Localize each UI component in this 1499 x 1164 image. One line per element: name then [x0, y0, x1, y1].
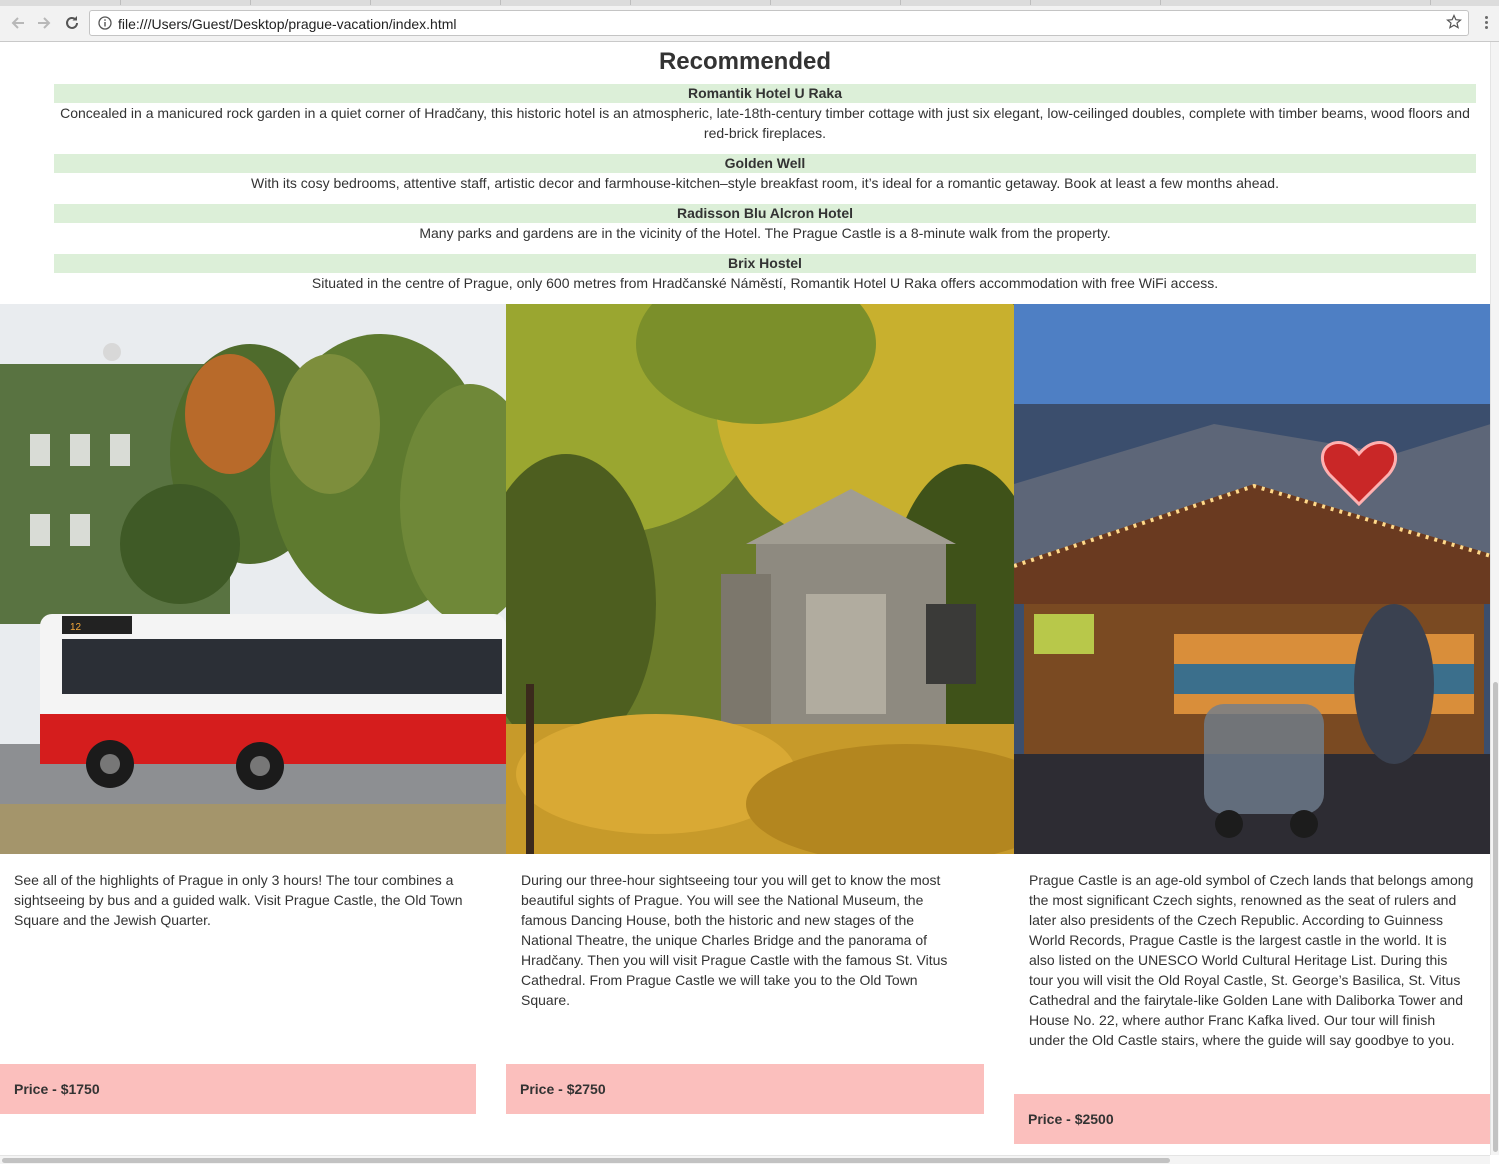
- hotel-name: Radisson Blu Alcron Hotel: [54, 204, 1476, 223]
- tour-description: See all of the highlights of Prague in o…: [14, 872, 463, 928]
- tour-description: Prague Castle is an age-old symbol of Cz…: [1029, 872, 1474, 1048]
- back-arrow-icon: [11, 17, 24, 29]
- hotel-card: Romantik Hotel U Raka Concealed in a man…: [54, 84, 1476, 143]
- browser-tab[interactable]: [0, 0, 121, 5]
- browser-tab[interactable]: [1030, 0, 1161, 5]
- forward-arrow-icon: [38, 17, 51, 29]
- browser-tab[interactable]: [630, 0, 771, 5]
- browser-menu-icon[interactable]: [1481, 14, 1491, 34]
- reload-button[interactable]: [61, 12, 83, 34]
- vertical-scrollbar[interactable]: [1490, 42, 1499, 1155]
- url-text[interactable]: file:///Users/Guest/Desktop/prague-vacat…: [118, 16, 457, 32]
- browser-tab[interactable]: [770, 0, 901, 5]
- back-button[interactable]: [7, 12, 29, 34]
- recommended-heading: Recommended: [658, 48, 832, 75]
- christmas-market-photo: [1014, 304, 1490, 854]
- svg-text:12: 12: [70, 622, 82, 633]
- hotel-description: With its cosy bedrooms, attentive staff,…: [251, 175, 1279, 191]
- browser-tab[interactable]: [120, 0, 251, 5]
- tour-description: During our three-hour sightseeing tour y…: [521, 872, 948, 1008]
- page-content: Recommended Romantik Hotel U Raka Concea…: [0, 42, 1490, 1155]
- hotel-description: Situated in the centre of Prague, only 6…: [311, 275, 1219, 291]
- price-button[interactable]: Price - $2500: [1014, 1094, 1490, 1144]
- autumn-cemetery-photo: [506, 304, 1014, 854]
- hotel-name: Romantik Hotel U Raka: [54, 84, 1476, 103]
- reload-icon: [66, 16, 78, 29]
- hotel-description: Many parks and gardens are in the vicini…: [419, 225, 1111, 241]
- browser-tab[interactable]: [900, 0, 1031, 5]
- browser-toolbar: file:///Users/Guest/Desktop/prague-vacat…: [0, 6, 1499, 42]
- city-bus-photo: 12: [0, 304, 506, 854]
- browser-tab[interactable]: [370, 0, 501, 5]
- hotel-name: Brix Hostel: [54, 254, 1476, 273]
- price-button[interactable]: Price - $1750: [0, 1064, 476, 1114]
- scrollbar-thumb[interactable]: [2, 1158, 1170, 1163]
- browser-tab[interactable]: [250, 0, 371, 5]
- hotel-card: Golden Well With its cosy bedrooms, atte…: [54, 154, 1476, 193]
- browser-tab[interactable]: [500, 0, 631, 5]
- forward-button[interactable]: [33, 12, 55, 34]
- scrollbar-thumb[interactable]: [1493, 682, 1498, 1152]
- address-bar[interactable]: file:///Users/Guest/Desktop/prague-vacat…: [89, 10, 1469, 36]
- hotel-name: Golden Well: [54, 154, 1476, 173]
- browser-tab[interactable]: [1300, 0, 1431, 5]
- price-button[interactable]: Price - $2750: [506, 1064, 984, 1114]
- hotel-card: Radisson Blu Alcron Hotel Many parks and…: [54, 204, 1476, 243]
- hotel-card: Brix Hostel Situated in the centre of Pr…: [54, 254, 1476, 293]
- bookmark-star-icon[interactable]: [1446, 14, 1462, 35]
- info-icon[interactable]: [98, 16, 112, 35]
- hotel-description: Concealed in a manicured rock garden in …: [60, 105, 1470, 141]
